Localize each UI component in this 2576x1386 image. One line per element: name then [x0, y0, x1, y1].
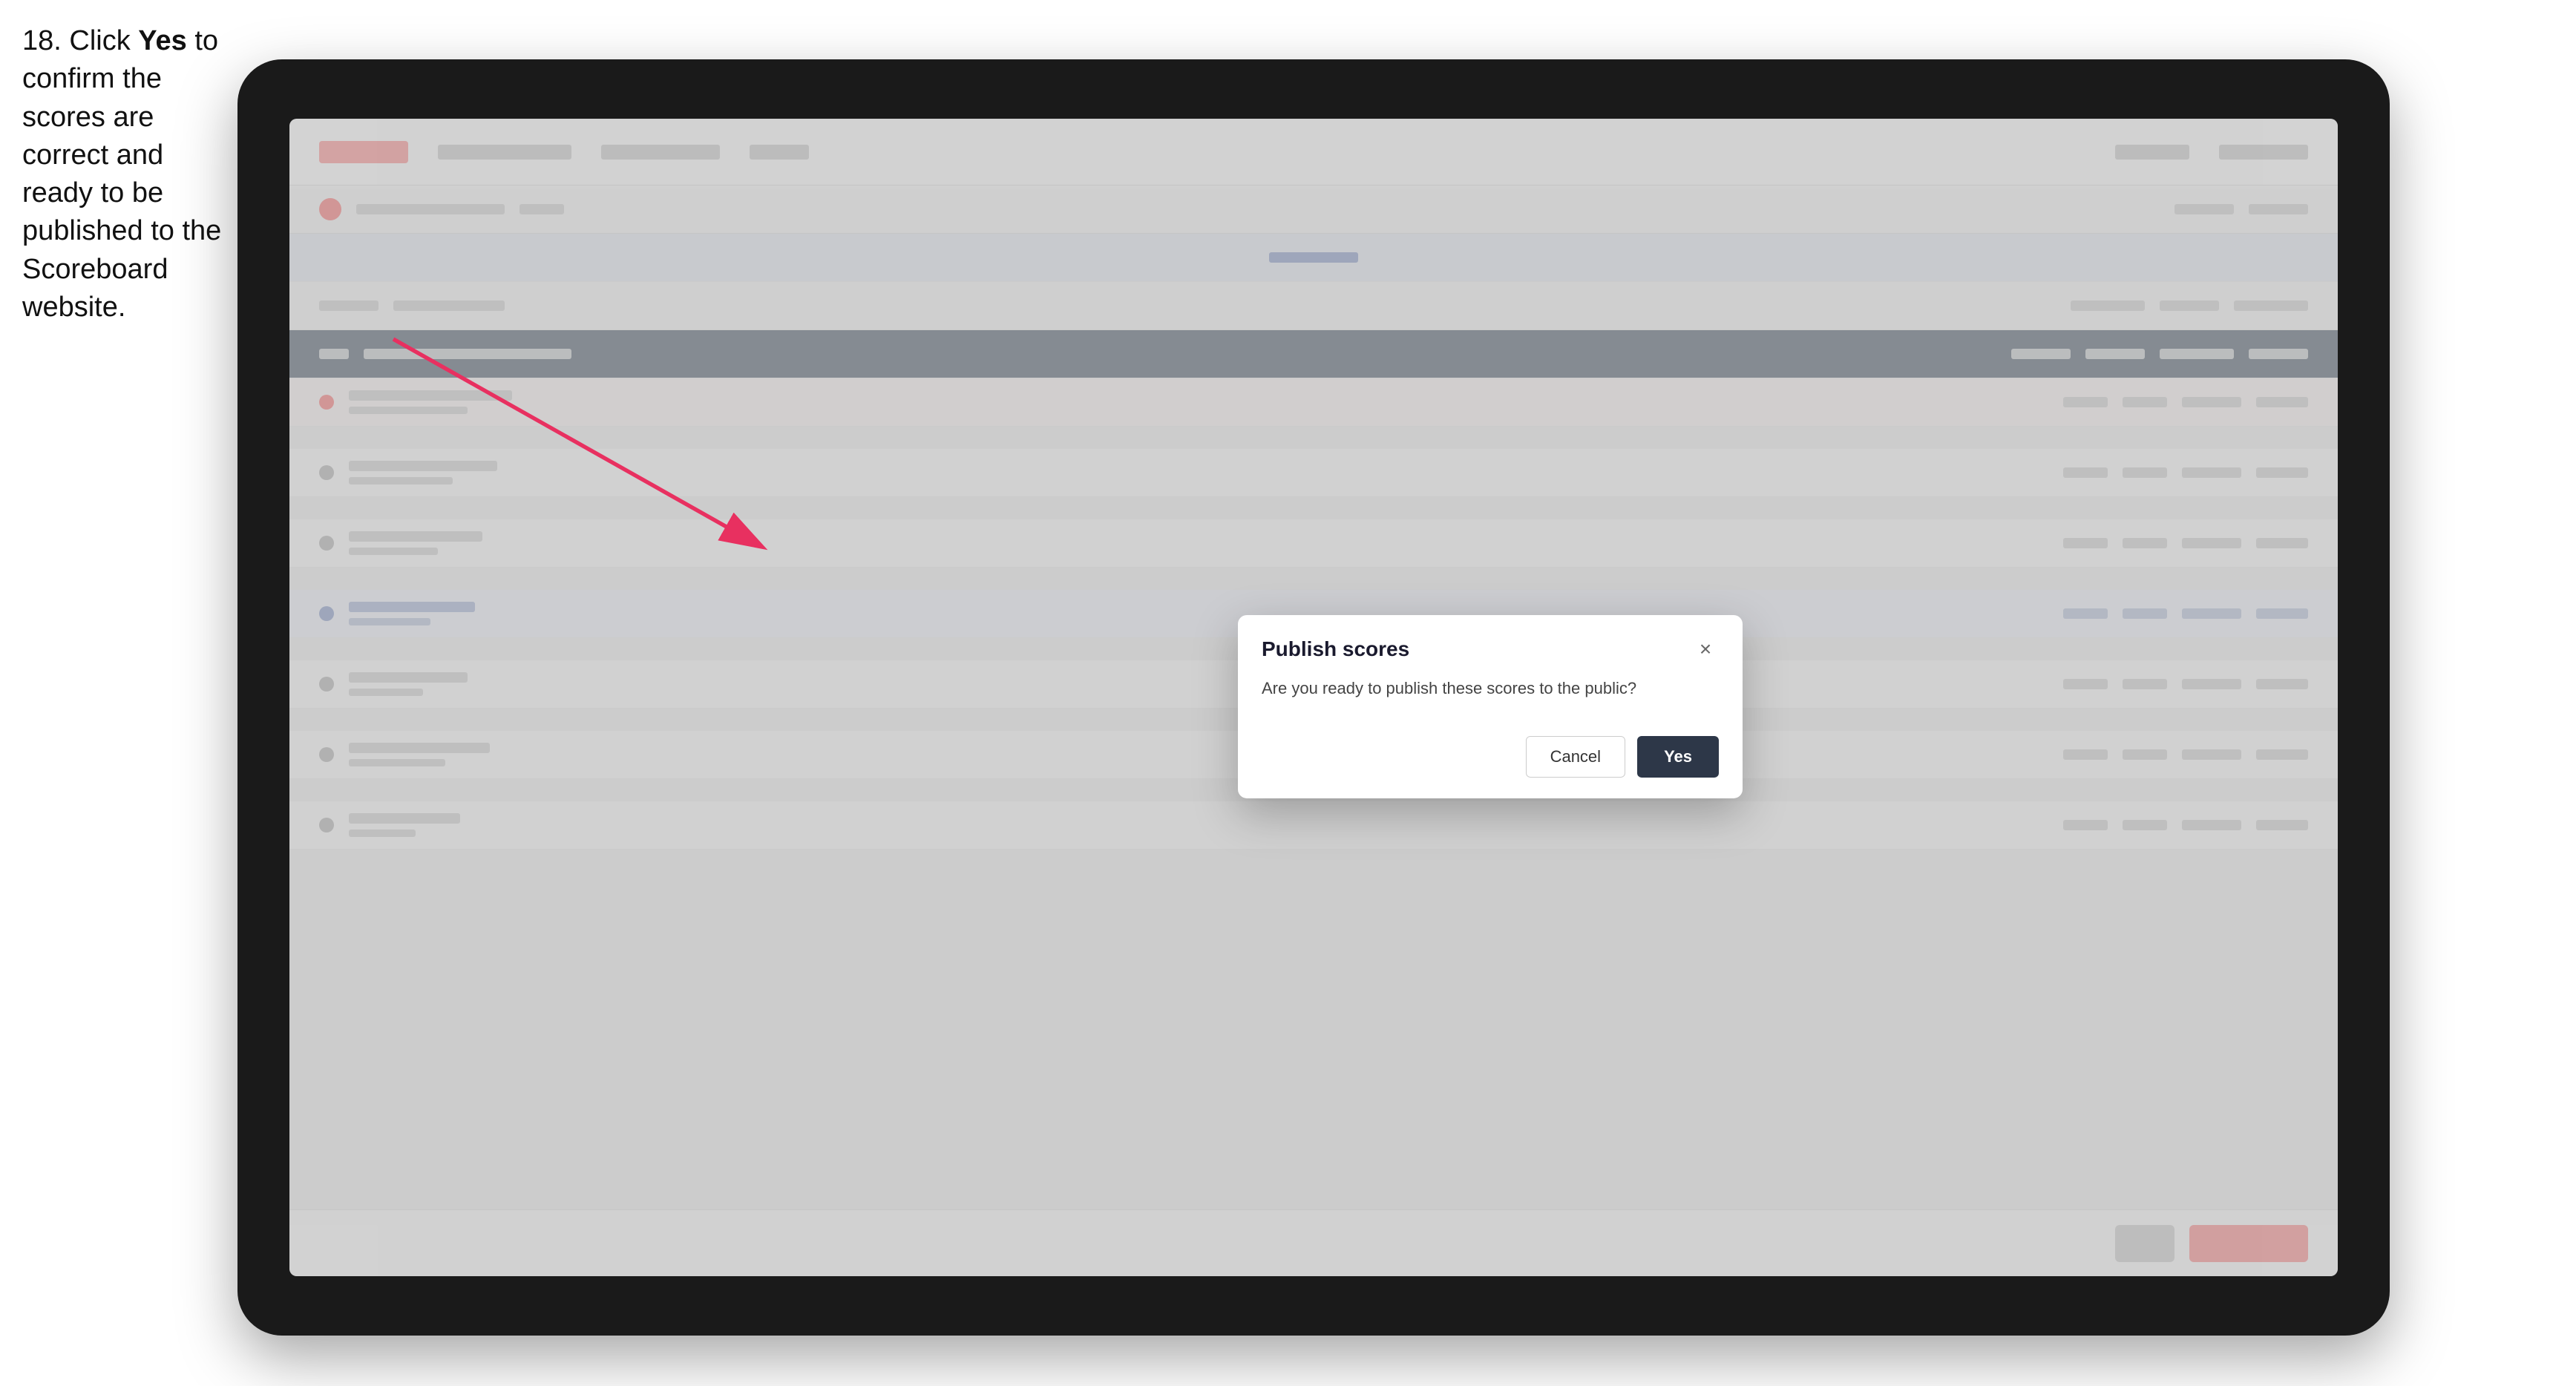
- instruction-text: 18. Click Yes to confirm the scores are …: [22, 22, 230, 326]
- instruction-post: to confirm the scores are correct and re…: [22, 25, 221, 323]
- cancel-button[interactable]: Cancel: [1526, 736, 1625, 778]
- modal-footer: Cancel Yes: [1238, 721, 1743, 798]
- modal-title: Publish scores: [1262, 637, 1409, 661]
- step-number: 18.: [22, 25, 62, 56]
- publish-scores-dialog: Publish scores × Are you ready to publis…: [1238, 615, 1743, 798]
- modal-overlay: Publish scores × Are you ready to publis…: [289, 119, 2338, 1276]
- instruction-pre: Click: [62, 25, 138, 56]
- tablet-screen: Publish scores × Are you ready to publis…: [289, 119, 2338, 1276]
- tablet-device: Publish scores × Are you ready to publis…: [237, 59, 2390, 1336]
- modal-body: Are you ready to publish these scores to…: [1238, 677, 1743, 721]
- yes-button[interactable]: Yes: [1637, 736, 1719, 778]
- modal-close-button[interactable]: ×: [1692, 636, 1719, 663]
- modal-header: Publish scores ×: [1238, 615, 1743, 677]
- instruction-bold: Yes: [138, 25, 187, 56]
- modal-message: Are you ready to publish these scores to…: [1262, 677, 1719, 700]
